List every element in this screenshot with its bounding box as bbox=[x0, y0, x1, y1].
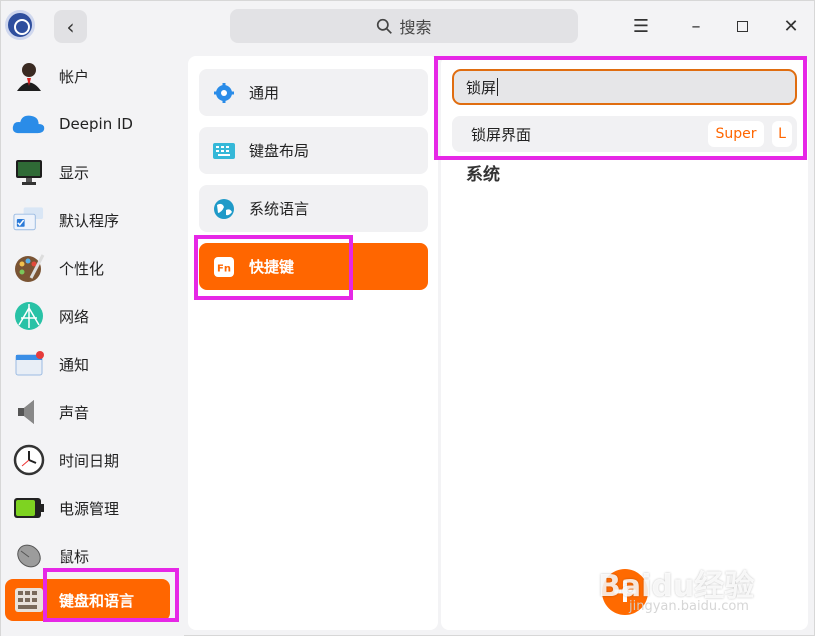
close-icon: ✕ bbox=[783, 15, 799, 37]
sidebar-item-personalization[interactable]: 个性化 bbox=[5, 247, 170, 289]
speaker-icon bbox=[12, 396, 45, 429]
sidebar-item-sound[interactable]: 声音 bbox=[5, 391, 170, 433]
cloud-icon bbox=[12, 108, 45, 141]
watermark-url: jingyan.baidu.com bbox=[629, 599, 749, 614]
search-placeholder: 搜索 bbox=[399, 18, 432, 37]
sidebar-item-label: 声音 bbox=[59, 403, 90, 422]
submenu-item-label: 键盘布局 bbox=[249, 142, 310, 160]
sidebar-item-label: 个性化 bbox=[59, 259, 105, 278]
submenu-item-system-language[interactable]: 系统语言 bbox=[199, 185, 428, 232]
annotation-box-shortcuts bbox=[194, 235, 353, 300]
minimize-button[interactable]: – bbox=[684, 14, 708, 38]
section-title: 系统 bbox=[466, 165, 500, 185]
sidebar-item-label: 显示 bbox=[59, 163, 90, 182]
sidebar-item-default-apps[interactable]: 默认程序 bbox=[5, 199, 170, 241]
annotation-box-sidebar bbox=[43, 568, 179, 622]
submenu-item-general[interactable]: 通用 bbox=[199, 69, 428, 116]
close-button[interactable]: ✕ bbox=[779, 14, 803, 38]
maximize-button[interactable] bbox=[730, 14, 754, 38]
submenu-item-keyboard-layout[interactable]: 键盘布局 bbox=[199, 127, 428, 174]
sidebar-item-label: 鼠标 bbox=[59, 547, 90, 566]
back-button[interactable]: ‹ bbox=[54, 10, 87, 43]
sidebar-item-label: 网络 bbox=[59, 307, 90, 326]
battery-icon bbox=[12, 492, 45, 525]
submenu-item-label: 通用 bbox=[249, 84, 280, 102]
settings-window: ‹ 搜索 ☰ – ✕ 帐户 Deepin ID 显示 默认程序 个性化 网络 通… bbox=[0, 0, 815, 636]
annotation-box-search bbox=[434, 56, 807, 160]
sidebar-item-power[interactable]: 电源管理 bbox=[5, 487, 170, 529]
sidebar-item-datetime[interactable]: 时间日期 bbox=[5, 439, 170, 481]
maximize-icon bbox=[736, 20, 748, 32]
notification-icon bbox=[12, 348, 45, 381]
keyboard-submenu: 通用 键盘布局 系统语言 Fn 快捷键 bbox=[188, 56, 438, 630]
sidebar-item-deepin-id[interactable]: Deepin ID bbox=[5, 103, 170, 145]
language-icon bbox=[213, 198, 235, 220]
sidebar-item-label: 通知 bbox=[59, 355, 90, 374]
sidebar-item-label: 帐户 bbox=[59, 67, 90, 86]
menu-button[interactable]: ☰ bbox=[629, 14, 653, 38]
sidebar-item-label: 默认程序 bbox=[59, 211, 120, 230]
gear-icon bbox=[213, 82, 235, 104]
sidebar-item-network[interactable]: 网络 bbox=[5, 295, 170, 337]
search-icon bbox=[377, 18, 393, 34]
mouse-icon bbox=[12, 540, 45, 573]
sidebar-item-display[interactable]: 显示 bbox=[5, 151, 170, 193]
menu-icon: ☰ bbox=[632, 15, 650, 37]
network-icon bbox=[12, 300, 45, 333]
keyboard-icon bbox=[12, 584, 45, 617]
sidebar-item-label: 电源管理 bbox=[59, 499, 120, 518]
control-center-logo-icon bbox=[5, 10, 35, 40]
back-chevron-icon: ‹ bbox=[66, 14, 75, 39]
minimize-icon: – bbox=[691, 15, 701, 37]
palette-icon bbox=[12, 252, 45, 285]
sidebar-item-notifications[interactable]: 通知 bbox=[5, 343, 170, 385]
sidebar-item-label: Deepin ID bbox=[59, 115, 133, 133]
sidebar: 帐户 Deepin ID 显示 默认程序 个性化 网络 通知 声音 时间日期 电… bbox=[1, 51, 184, 636]
search-input[interactable]: 搜索 bbox=[230, 9, 578, 43]
titlebar: ‹ 搜索 ☰ – ✕ bbox=[1, 1, 814, 51]
sidebar-item-account[interactable]: 帐户 bbox=[5, 55, 170, 97]
default-apps-icon bbox=[12, 204, 45, 237]
display-icon bbox=[12, 156, 45, 189]
keyboard-layout-icon bbox=[213, 140, 235, 162]
sidebar-item-label: 时间日期 bbox=[59, 451, 120, 470]
submenu-item-label: 系统语言 bbox=[249, 200, 310, 218]
account-icon bbox=[12, 60, 45, 93]
clock-icon bbox=[12, 444, 45, 477]
